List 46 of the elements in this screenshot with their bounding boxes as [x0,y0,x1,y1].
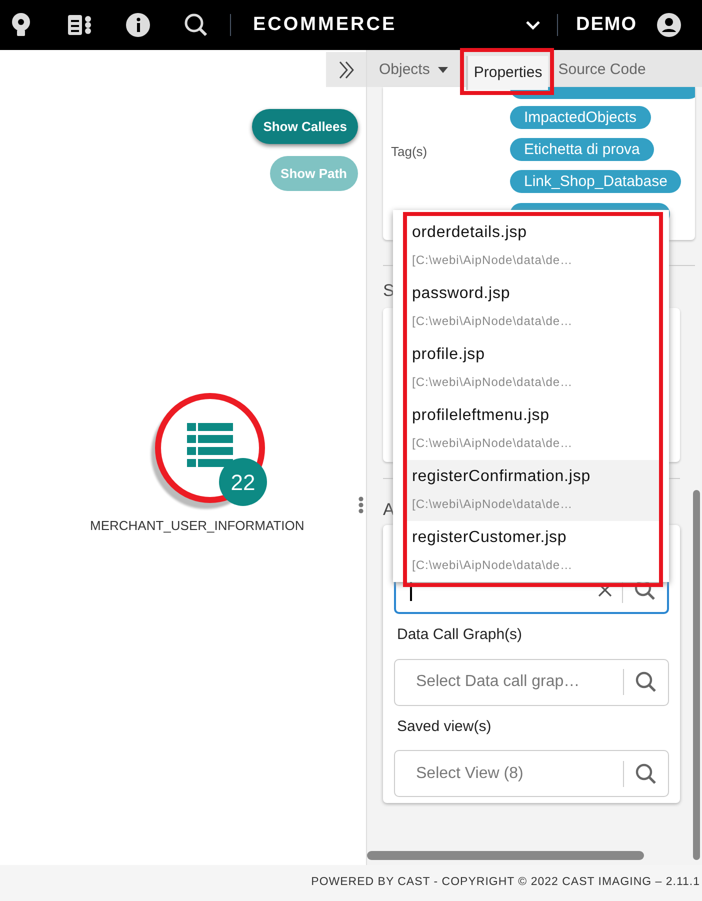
section-heading: A [383,499,394,521]
placeholder-text: Select View (8) [416,764,524,784]
file-name: password.jsp [412,284,510,304]
layers-icon[interactable] [67,13,93,37]
file-name: registerCustomer.jsp [412,528,567,548]
select-field[interactable]: Select View (8) [394,750,669,797]
tab[interactable]: Source Code [554,53,648,87]
placeholder-text: Select Data call grap… [416,672,580,692]
file-path: [C:\webi\AipNode\data\de… [412,374,573,391]
file-name: profile.jsp [412,345,485,365]
file-name: profileleftmenu.jsp [412,406,550,426]
footer-text: POWERED BY CAST - COPYRIGHT © 2022 CAST IMAGING – 2.11.1 [311,875,700,890]
lightbulb-icon[interactable] [10,12,32,38]
tab[interactable]: Objects [367,53,460,87]
section-heading: S [383,280,394,302]
double-chevron-icon [338,60,354,78]
tag-chip: Link_Shop_Database [510,170,682,193]
dropdown-item[interactable]: registerConfirmation.jsp [C:\webi\AipNode\data\de… [407,460,659,521]
field-label: Tag(s) [391,143,428,161]
resize-handle-icon[interactable] [358,496,364,514]
table-icon [187,423,233,467]
search-icon[interactable] [184,13,208,37]
app-title: ECOMMERCE [253,12,397,37]
tab[interactable]: Properties [466,56,548,90]
file-path: [C:\webi\AipNode\data\de… [412,557,573,574]
info-icon[interactable] [126,13,150,37]
file-path: [C:\webi\AipNode\data\de… [412,313,573,330]
project-name[interactable]: DEMO [576,10,637,40]
field-label: Data Call Graph(s) [397,625,524,645]
select-field[interactable]: Select Data call grap… [394,658,669,706]
file-name: registerConfirmation.jsp [412,467,591,487]
user-avatar-icon[interactable] [657,13,681,37]
chevron-down-icon[interactable] [525,19,541,31]
node-label: MERCHANT_USER_INFORMATION [90,517,304,535]
tag-chip: ImpactedObjects [510,106,651,129]
field-label: Saved view(s) [397,716,492,736]
tag-chip: Etichetta di prova [510,138,654,161]
graph-button[interactable]: Show Callees [252,109,358,144]
file-path: [C:\webi\AipNode\data\de… [412,496,573,513]
scrollbar-thumb[interactable] [693,490,700,860]
file-name: orderdetails.jsp [412,223,527,243]
file-path: [C:\webi\AipNode\data\de… [412,252,573,269]
collapse-button[interactable] [326,52,366,87]
count-badge: 22 [219,458,267,506]
file-path: [C:\webi\AipNode\data\de… [412,435,573,452]
scrollbar-thumb[interactable] [367,851,644,860]
